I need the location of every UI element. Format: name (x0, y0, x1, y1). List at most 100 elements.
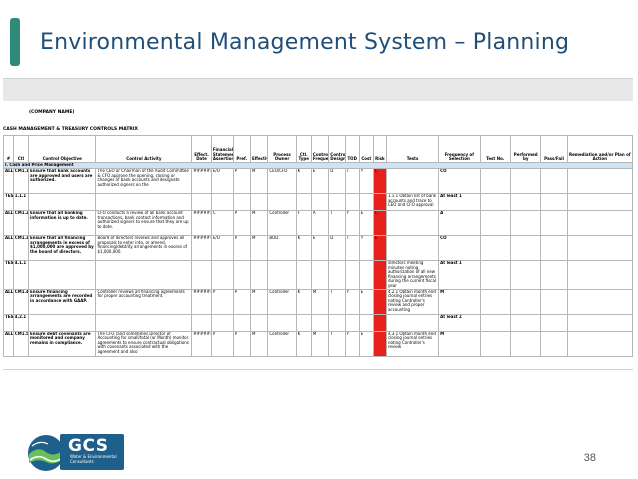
cell-cost: Y (358, 235, 374, 261)
cell-ctl: CM1.2 (12, 210, 30, 236)
table-row: ALL CM1.4 Ensure financing arrangements ar… (3, 288, 633, 315)
cell-tests: directors meeting minutes noting authori… (385, 260, 440, 290)
cell-remediation (566, 313, 633, 332)
cell-date: ###### (191, 330, 212, 357)
cell-freq: E (310, 235, 330, 261)
cell-type (295, 313, 312, 332)
cell-ctl: CM1.5 (12, 330, 30, 357)
cell-objective: Ensure that all financing arrangements i… (28, 235, 97, 261)
table-row: ALL CM1.3 Ensure that all financing arrang… (3, 235, 633, 261)
col-header: Effect. Date (191, 135, 212, 163)
cell-type: K (295, 330, 312, 357)
table-header-row: # Ctl Control Objective Control Activity… (3, 135, 633, 163)
cell-cost: E (358, 288, 374, 315)
cell-freq (310, 193, 330, 211)
col-header: Process Owner (267, 135, 297, 163)
cell-design: T (328, 210, 346, 236)
cell-num: ALL (3, 168, 14, 194)
cell-owner: BOD (267, 235, 297, 261)
cell-date (191, 260, 212, 290)
cell-pf (540, 313, 568, 332)
cell-cost (358, 313, 374, 332)
cell-test_no (479, 330, 511, 357)
cell-risk (372, 288, 387, 315)
cell-date (191, 313, 212, 332)
col-header: Control Activity (95, 135, 193, 163)
cell-frequency: At least 1 (438, 260, 481, 290)
cell-eff: M (249, 288, 269, 315)
cell-by (509, 260, 542, 290)
cell-eff (249, 260, 269, 290)
cell-by (509, 235, 542, 261)
cell-objective (28, 313, 97, 332)
cell-type: K (295, 235, 312, 261)
col-header: Financial Statement Assertion (210, 135, 234, 163)
cell-frequency: CO (438, 235, 481, 261)
cell-freq (310, 313, 330, 332)
cell-design (328, 193, 346, 211)
cell-objective: Ensure that all banking information is u… (28, 210, 97, 236)
cell-by (509, 288, 542, 315)
col-header: Ctl. Type (295, 135, 312, 163)
cell-tod: T (344, 235, 360, 261)
col-header: Ctl (12, 135, 30, 163)
col-header: Test No. (479, 135, 511, 163)
col-header: TOD (344, 135, 360, 163)
cell-ctl: 1.1.1 (12, 193, 30, 211)
cell-risk (372, 330, 387, 357)
cell-risk (372, 193, 387, 211)
cell-type: K (295, 288, 312, 315)
cell-assert: C (210, 210, 234, 236)
cell-objective: Ensure debt covenants are monitored and … (28, 330, 97, 357)
cell-date (191, 193, 212, 211)
cell-tests (385, 313, 440, 332)
cell-frequency: At least 1 (438, 193, 481, 211)
cell-design: D (328, 168, 346, 194)
cell-test_no (479, 193, 511, 211)
cell-eff: M (249, 330, 269, 357)
cell-frequency: A (438, 210, 481, 236)
cell-by (509, 330, 542, 357)
col-header: Tests (385, 135, 440, 163)
col-header: Remediation and/or Plan of Action (566, 135, 633, 163)
cell-design (328, 313, 346, 332)
cell-eff: M (249, 168, 269, 194)
cell-remediation (566, 330, 633, 357)
cell-owner: Controller (267, 288, 297, 315)
matrix-title: CASH MANAGEMENT & TREASURY CONTROLS MATR… (3, 127, 139, 132)
cell-pref: P (232, 330, 251, 357)
col-header: Frequency of Selection (438, 135, 481, 163)
cell-eff: M (249, 210, 269, 236)
cell-remediation (566, 168, 633, 194)
cell-date: ###### (191, 235, 212, 261)
cell-risk (372, 313, 387, 332)
col-header: Control Design (328, 135, 346, 163)
cell-test_no (479, 260, 511, 290)
cell-assert: P (210, 330, 234, 357)
cell-num: ALL (3, 210, 14, 236)
cell-assert (210, 260, 234, 290)
col-header: Cost (358, 135, 374, 163)
cell-pf (540, 210, 568, 236)
cell-cost (358, 193, 374, 211)
cell-freq: M (310, 288, 330, 315)
cell-num: ALL (3, 288, 14, 315)
table-body: ALL CM1.1 Ensure that bank accounts are ap… (3, 168, 633, 357)
title-accent-bar (10, 18, 20, 66)
table-row: TEST4.1.1 directors meeting minutes notin… (3, 260, 633, 290)
cell-date: ###### (191, 288, 212, 315)
cell-ctl: CM1.1 (12, 168, 30, 194)
cell-risk: L (372, 168, 387, 194)
cell-activity: CFO conducts a review of all bank accoun… (95, 210, 193, 236)
cell-test_no (479, 313, 511, 332)
slide-title: Environmental Management System – Planni… (40, 30, 570, 55)
col-header: Pref. (232, 135, 251, 163)
cell-tests (385, 210, 440, 236)
cell-tests: 4.2.1 Obtain month end closing journal e… (385, 288, 440, 315)
cell-by (509, 313, 542, 332)
cell-num: TEST (3, 193, 14, 211)
cell-design: D (328, 235, 346, 261)
cell-pf (540, 168, 568, 194)
cell-remediation (566, 193, 633, 211)
cell-frequency: At least 2 (438, 313, 481, 332)
